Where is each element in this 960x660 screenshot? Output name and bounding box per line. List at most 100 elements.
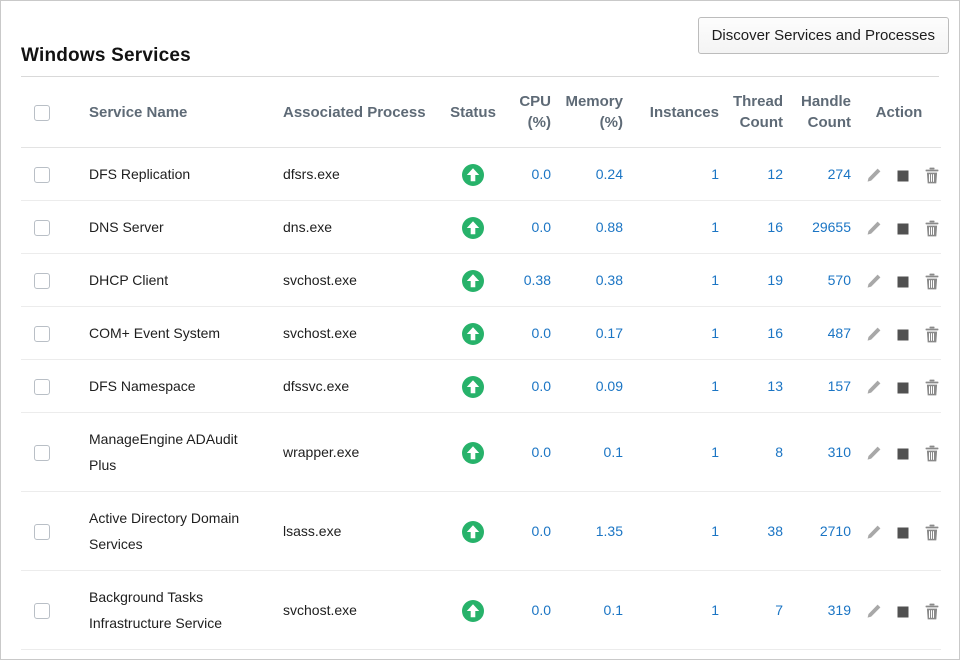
action-cell [857, 201, 941, 254]
column-header-service-name: Service Name [67, 77, 265, 148]
handle-count-value: 157 [789, 360, 857, 413]
table-row: DFS Replication dfsrs.exe 0.0 0.24 1 12 … [21, 148, 941, 201]
delete-icon[interactable] [924, 326, 940, 343]
service-name-cell: COM+ Event System [67, 307, 265, 360]
column-header-status: Status [433, 77, 513, 148]
table-row: Background Tasks Infrastructure Service … [21, 571, 941, 650]
services-table-body: DFS Replication dfsrs.exe 0.0 0.24 1 12 … [21, 148, 941, 650]
edit-icon[interactable] [866, 220, 882, 237]
stop-icon[interactable] [895, 445, 911, 462]
memory-value: 0.88 [557, 201, 629, 254]
row-checkbox[interactable] [34, 326, 50, 342]
handle-count-value: 319 [789, 571, 857, 650]
thread-count-value: 38 [725, 492, 789, 571]
edit-icon[interactable] [866, 445, 882, 462]
stop-icon[interactable] [895, 273, 911, 290]
row-checkbox[interactable] [34, 220, 50, 236]
status-cell [433, 571, 513, 650]
delete-icon[interactable] [924, 379, 940, 396]
service-name: DNS Server [89, 219, 164, 235]
status-up-icon [462, 521, 484, 543]
delete-icon[interactable] [924, 167, 940, 184]
stop-icon[interactable] [895, 379, 911, 396]
service-name: ManageEngine ADAudit Plus [89, 431, 238, 473]
instances-value: 1 [629, 148, 725, 201]
process-name: wrapper.exe [283, 444, 359, 460]
status-up-icon [462, 164, 484, 186]
row-checkbox-cell [21, 254, 67, 307]
table-row: DFS Namespace dfssvc.exe 0.0 0.09 1 13 1… [21, 360, 941, 413]
service-name-cell: DNS Server [67, 201, 265, 254]
stop-icon[interactable] [895, 603, 911, 620]
row-checkbox-cell [21, 571, 67, 650]
delete-icon[interactable] [924, 603, 940, 620]
table-header-row: Service Name Associated Process Status C… [21, 77, 941, 148]
row-checkbox[interactable] [34, 603, 50, 619]
process-name: svchost.exe [283, 602, 357, 618]
delete-icon[interactable] [924, 273, 940, 290]
column-header-memory: Memory (%) [557, 77, 629, 148]
service-name: Active Directory Domain Services [89, 510, 239, 552]
associated-process-cell: wrapper.exe [265, 413, 433, 492]
stop-icon[interactable] [895, 167, 911, 184]
action-cell [857, 492, 941, 571]
thread-count-value: 16 [725, 201, 789, 254]
row-checkbox-cell [21, 360, 67, 413]
row-checkbox-cell [21, 307, 67, 360]
status-cell [433, 254, 513, 307]
instances-value: 1 [629, 360, 725, 413]
stop-icon[interactable] [895, 326, 911, 343]
instances-value: 1 [629, 413, 725, 492]
thread-count-value: 19 [725, 254, 789, 307]
handle-count-value: 29655 [789, 201, 857, 254]
status-up-icon [462, 270, 484, 292]
process-name: svchost.exe [283, 325, 357, 341]
column-header-handle-count: Handle Count [789, 77, 857, 148]
row-checkbox-cell [21, 201, 67, 254]
cpu-value: 0.0 [513, 413, 557, 492]
action-cell [857, 254, 941, 307]
action-cell [857, 307, 941, 360]
select-all-checkbox[interactable] [34, 105, 50, 121]
action-cell [857, 413, 941, 492]
stop-icon[interactable] [895, 220, 911, 237]
delete-icon[interactable] [924, 445, 940, 462]
cpu-value: 0.0 [513, 360, 557, 413]
delete-icon[interactable] [924, 524, 940, 541]
edit-icon[interactable] [866, 524, 882, 541]
column-header-instances: Instances [629, 77, 725, 148]
row-checkbox[interactable] [34, 273, 50, 289]
edit-icon[interactable] [866, 379, 882, 396]
row-checkbox[interactable] [34, 167, 50, 183]
associated-process-cell: dns.exe [265, 201, 433, 254]
thread-count-value: 16 [725, 307, 789, 360]
edit-icon[interactable] [866, 326, 882, 343]
column-header-associated-process: Associated Process [265, 77, 433, 148]
status-cell [433, 413, 513, 492]
row-checkbox[interactable] [34, 445, 50, 461]
action-cell [857, 360, 941, 413]
process-name: svchost.exe [283, 272, 357, 288]
edit-icon[interactable] [866, 603, 882, 620]
instances-value: 1 [629, 201, 725, 254]
action-cell [857, 571, 941, 650]
stop-icon[interactable] [895, 524, 911, 541]
process-name: lsass.exe [283, 523, 341, 539]
service-name-cell: Background Tasks Infrastructure Service [67, 571, 265, 650]
process-name: dns.exe [283, 219, 332, 235]
edit-icon[interactable] [866, 273, 882, 290]
handle-count-value: 487 [789, 307, 857, 360]
associated-process-cell: dfssvc.exe [265, 360, 433, 413]
status-up-icon [462, 442, 484, 464]
status-cell [433, 148, 513, 201]
service-name-cell: DFS Replication [67, 148, 265, 201]
memory-value: 0.1 [557, 413, 629, 492]
service-name: DHCP Client [89, 272, 168, 288]
handle-count-value: 2710 [789, 492, 857, 571]
discover-services-button[interactable]: Discover Services and Processes [698, 17, 949, 54]
row-checkbox[interactable] [34, 379, 50, 395]
service-name: Background Tasks Infrastructure Service [89, 589, 222, 631]
row-checkbox[interactable] [34, 524, 50, 540]
delete-icon[interactable] [924, 220, 940, 237]
edit-icon[interactable] [866, 167, 882, 184]
